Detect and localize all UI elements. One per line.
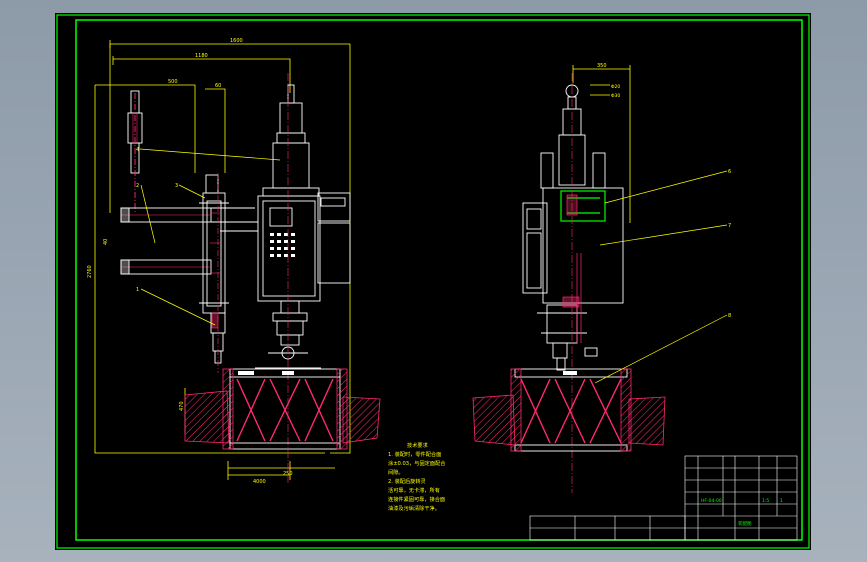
dim-small-text: 40 (103, 239, 109, 245)
notes-line-1: 1. 装配时，零件配合面 (388, 450, 441, 458)
right-dim-dia-1: Φ20 (611, 84, 620, 90)
callout-4: 4 (136, 147, 139, 153)
callout-3: 3 (175, 183, 178, 189)
dim-4-text: 60 (215, 83, 221, 89)
drawing-scale: 1:5 (762, 498, 769, 504)
notes-line-7: 油漆及污垢清除干净。 (388, 504, 440, 512)
callout-7: 7 (728, 223, 731, 229)
notes-line-2: 涂±0.03，与固定面配合 (388, 459, 446, 467)
technical-notes: 技术要求 1. 装配时，零件配合面 涂±0.03，与固定面配合 间隙。 2. 装… (388, 441, 446, 512)
right-main-body (522, 84, 624, 371)
left-view: 1600 1180 500 60 2760 40 470 250 4000 (87, 38, 381, 485)
dim-2-text: 1180 (195, 53, 208, 59)
cad-drawing-svg: 1600 1180 500 60 2760 40 470 250 4000 (56, 14, 810, 549)
left-arms (120, 207, 255, 275)
drawing-material: 装配图 (738, 520, 752, 527)
dim-depth-text: 470 (179, 401, 185, 411)
notes-line-3: 间隙。 (388, 468, 404, 476)
left-cylinder (127, 90, 143, 213)
right-dim-dia-2: Φ30 (611, 93, 620, 99)
dim-top-text: 1600 (230, 38, 243, 44)
right-scissor-links (520, 378, 622, 444)
left-ring-2 (282, 371, 294, 375)
right-dimension-lines (572, 65, 631, 223)
left-main-body (220, 84, 351, 369)
callout-6: 6 (728, 169, 731, 175)
right-view: 350 Φ20 Φ30 6 7 8 (472, 63, 731, 493)
cad-viewport[interactable]: 1600 1180 500 60 2760 40 470 250 4000 (0, 0, 867, 562)
right-leaders (594, 170, 728, 384)
drawing-mass: 1 (780, 498, 783, 504)
right-dim-top: 350 (597, 63, 607, 69)
right-ring (563, 371, 577, 375)
notes-line-6: 连接件紧固可靠，接合面 (388, 495, 445, 503)
notes-title: 技术要求 (407, 441, 429, 449)
dim-bottom-2-text: 4000 (253, 479, 266, 485)
left-column-red-detail (210, 212, 220, 329)
keypad-grid (270, 233, 295, 257)
callout-2: 2 (136, 183, 139, 189)
callout-1: 1 (136, 287, 139, 293)
drawing-sheet[interactable]: 1600 1180 500 60 2760 40 470 250 4000 (55, 13, 811, 550)
callout-8: 8 (728, 313, 731, 319)
notes-line-4: 2. 装配后旋转灵 (388, 477, 426, 485)
left-hatched-walls (184, 368, 381, 450)
dim-3-text: 500 (168, 79, 178, 85)
title-block: HF-04-00 1:5 1 装配图 (529, 455, 798, 541)
notes-line-5: 活可靠，无卡滞，所有 (388, 486, 440, 494)
dim-vertical-text: 2760 (87, 265, 93, 278)
drawing-number: HF-04-00 (701, 498, 722, 504)
left-scissor-links (236, 378, 334, 442)
left-ring-1 (238, 371, 254, 375)
